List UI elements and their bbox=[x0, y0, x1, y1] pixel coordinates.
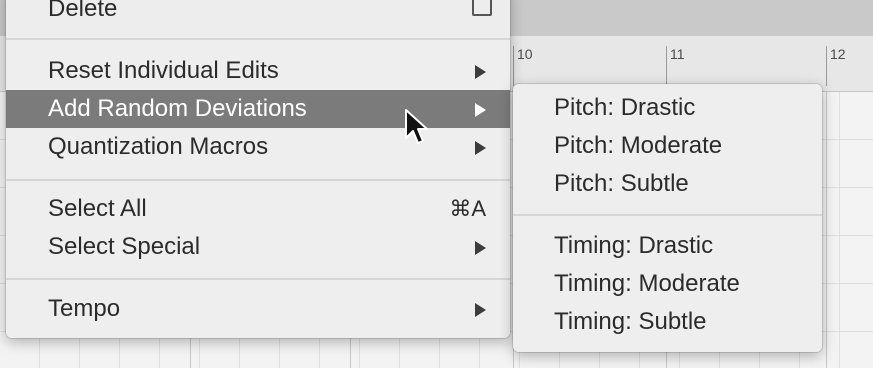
menu-item-label: Timing: Subtle bbox=[554, 308, 707, 335]
menu-separator bbox=[6, 38, 510, 40]
menu-item-label: Timing: Moderate bbox=[554, 270, 740, 297]
submenu-item-timing-drastic[interactable]: Timing: Drastic bbox=[513, 227, 822, 265]
menu-item-delete[interactable]: Delete bbox=[6, 0, 510, 28]
menu-item-label: Timing: Drastic bbox=[554, 232, 714, 259]
menu-item-label: Delete bbox=[48, 0, 118, 22]
trash-icon bbox=[472, 0, 492, 16]
random-deviations-submenu: Pitch: Drastic Pitch: Moderate Pitch: Su… bbox=[513, 84, 822, 352]
menu-item-label: Select All bbox=[48, 195, 147, 222]
menu-item-label: Pitch: Moderate bbox=[554, 132, 723, 159]
menu-item-reset-individual-edits[interactable]: Reset Individual Edits bbox=[6, 52, 510, 90]
submenu-arrow-icon bbox=[475, 141, 486, 155]
menu-item-label: Add Random Deviations bbox=[48, 95, 307, 122]
ruler-mark-12: 12 bbox=[826, 46, 846, 86]
menu-item-label: Quantization Macros bbox=[48, 133, 269, 160]
menu-item-quantization-macros[interactable]: Quantization Macros bbox=[6, 128, 510, 166]
submenu-item-timing-subtle[interactable]: Timing: Subtle bbox=[513, 303, 822, 341]
menu-item-label: Pitch: Subtle bbox=[554, 170, 689, 197]
submenu-item-pitch-drastic[interactable]: Pitch: Drastic bbox=[513, 89, 822, 127]
submenu-arrow-icon bbox=[475, 65, 486, 79]
pointer-cursor-icon bbox=[405, 109, 428, 144]
menu-item-tempo[interactable]: Tempo bbox=[6, 290, 510, 328]
shortcut-label: ⌘A bbox=[449, 196, 486, 221]
submenu-arrow-icon bbox=[475, 241, 486, 255]
submenu-item-timing-moderate[interactable]: Timing: Moderate bbox=[513, 265, 822, 303]
submenu-item-pitch-subtle[interactable]: Pitch: Subtle bbox=[513, 165, 822, 203]
menu-separator bbox=[6, 179, 510, 181]
menu-item-add-random-deviations[interactable]: Add Random Deviations bbox=[6, 90, 510, 128]
bar-line bbox=[826, 92, 827, 368]
menu-item-label: Reset Individual Edits bbox=[48, 57, 279, 84]
menu-item-label: Tempo bbox=[48, 295, 121, 322]
submenu-item-pitch-moderate[interactable]: Pitch: Moderate bbox=[513, 127, 822, 165]
menu-separator bbox=[6, 278, 510, 280]
menu-item-select-all[interactable]: Select All ⌘A bbox=[6, 190, 510, 228]
submenu-arrow-icon bbox=[475, 303, 486, 317]
menu-item-select-special[interactable]: Select Special bbox=[6, 228, 510, 266]
menu-separator bbox=[513, 214, 822, 216]
menu-item-label: Select Special bbox=[48, 233, 201, 260]
ruler-mark-11: 11 bbox=[666, 46, 685, 86]
ruler-mark-10: 10 bbox=[513, 46, 533, 86]
menu-item-label: Pitch: Drastic bbox=[554, 94, 696, 121]
context-menu: Delete Reset Individual Edits Add Random… bbox=[6, 0, 510, 338]
submenu-arrow-icon bbox=[475, 103, 486, 117]
